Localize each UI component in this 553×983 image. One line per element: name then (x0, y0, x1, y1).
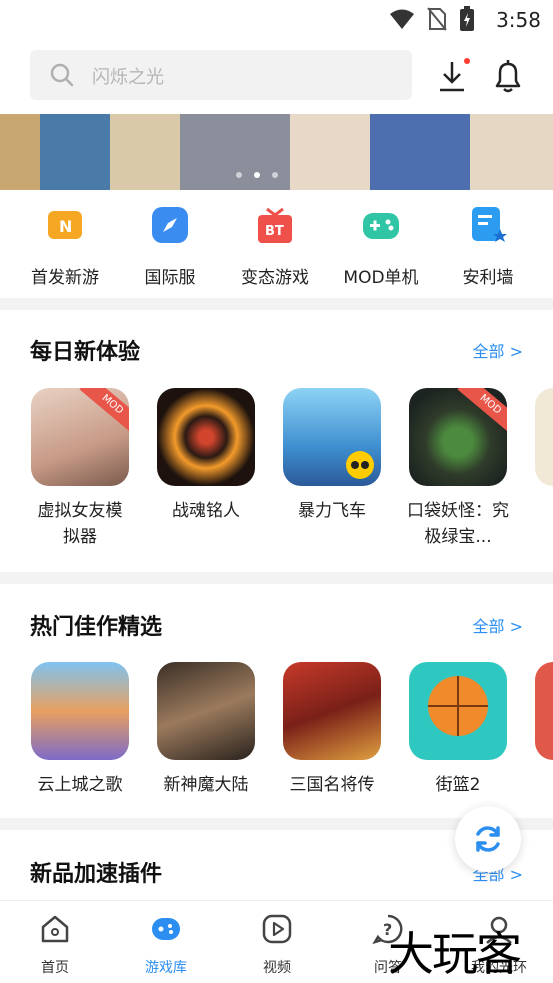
game-name: 虚拟女友模拟器 (37, 501, 123, 547)
category-label: 变态游戏 (241, 268, 309, 288)
game-name: 新神魔大陆 (163, 775, 249, 795)
game-name: 战魂铭人 (172, 501, 240, 521)
section-divider (0, 298, 553, 310)
category-label: 国际服 (144, 268, 196, 288)
download-button[interactable] (432, 56, 472, 96)
wifi-icon (390, 9, 414, 29)
daily-more-link[interactable]: 全部 > (473, 338, 524, 362)
search-icon (50, 63, 74, 87)
notifications-button[interactable] (488, 56, 528, 96)
game-name: 云上城之歌 (37, 775, 123, 795)
svg-text:N: N (59, 217, 72, 236)
game-item[interactable]: 街篮2 (403, 662, 513, 798)
category-label: 安利墙 (462, 268, 514, 288)
new-game-icon: N (48, 211, 82, 239)
game-name: 口袋妖怪：究极绿宝... (407, 501, 509, 547)
game-icon (409, 662, 507, 760)
basketball-icon (428, 676, 488, 736)
bt-gift-icon: BT (258, 207, 292, 243)
section-divider (0, 572, 553, 584)
game-name: 三国名将传 (289, 775, 375, 795)
search-input[interactable]: 闪烁之光 (30, 50, 412, 100)
gamepad-icon (363, 213, 399, 239)
game-item[interactable]: 暴力飞车 (277, 388, 387, 524)
section-title-daily: 每日新体验 (30, 340, 141, 365)
search-placeholder: 闪烁之光 (92, 67, 164, 88)
game-icon (157, 388, 255, 486)
banner-dot (272, 172, 278, 178)
svg-text:BT: BT (265, 224, 284, 239)
nav-video[interactable]: 视频 (232, 913, 322, 977)
note-star-icon (472, 207, 507, 242)
badge-icon (346, 451, 374, 479)
status-time: 3:58 (496, 8, 541, 32)
game-item[interactable]: 首 (529, 388, 553, 524)
status-icons (389, 6, 475, 32)
battery-icon (460, 6, 474, 31)
hot-game-row: 云上城之歌 新神魔大陆 三国名将传 街篮2 (0, 662, 553, 802)
game-item[interactable]: 云上城之歌 (25, 662, 135, 798)
game-icon (535, 662, 553, 760)
bell-icon (495, 60, 521, 93)
game-item[interactable]: 三国名将传 (277, 662, 387, 798)
game-item[interactable]: 战魂铭人 (151, 388, 261, 524)
category-row: N 首发新游 国际服 BT 变态游戏 MOD单机 安利墙 (0, 205, 553, 295)
game-icon (535, 388, 553, 486)
section-title-hot: 热门佳作精选 (30, 615, 163, 640)
game-icon (31, 662, 129, 760)
notification-dot (464, 58, 470, 64)
no-sim-icon (427, 7, 447, 31)
category-international[interactable]: 国际服 (120, 205, 220, 288)
mod-badge: MOD (79, 388, 129, 435)
compass-icon (152, 207, 188, 243)
mod-badge: MOD (457, 388, 507, 435)
nav-game-library[interactable]: 游戏库 (121, 913, 211, 977)
category-recommend-wall[interactable]: 安利墙 (438, 205, 538, 288)
refresh-float-button[interactable] (455, 806, 521, 872)
category-label: MOD单机 (343, 268, 419, 288)
game-name: 暴力飞车 (298, 501, 366, 521)
home-icon (41, 915, 69, 943)
status-bar: 3:58 (0, 0, 553, 40)
nav-home[interactable]: 首页 (10, 913, 100, 977)
game-icon: MOD (409, 388, 507, 486)
category-bt-games[interactable]: BT 变态游戏 (225, 205, 325, 288)
nav-label: 首页 (41, 960, 69, 976)
banner-indicator (236, 172, 278, 178)
nav-label: 游戏库 (145, 960, 187, 976)
game-icon (283, 388, 381, 486)
category-mod[interactable]: MOD单机 (331, 205, 431, 288)
game-item[interactable]: MOD 口袋妖怪：究极绿宝... (403, 388, 513, 550)
banner-dot (236, 172, 242, 178)
game-icon (157, 662, 255, 760)
game-item[interactable]: MOD 虚拟女友模拟器 (25, 388, 135, 550)
section-title-plugins: 新品加速插件 (30, 862, 163, 887)
banner-dot-active (254, 172, 260, 178)
game-icon (283, 662, 381, 760)
game-library-icon (152, 918, 180, 940)
daily-game-row: MOD 虚拟女友模拟器 战魂铭人 暴力飞车 MOD 口袋妖怪：究极绿宝... 首 (0, 388, 553, 568)
game-item[interactable] (529, 662, 553, 772)
game-item[interactable]: 新神魔大陆 (151, 662, 261, 798)
video-icon (262, 914, 292, 944)
banner-carousel[interactable] (0, 114, 553, 190)
category-label: 首发新游 (31, 268, 99, 288)
category-new-games[interactable]: N 首发新游 (15, 205, 115, 288)
refresh-icon (476, 826, 500, 852)
watermark: 大玩客 (388, 927, 522, 981)
game-name: 街篮2 (435, 775, 481, 795)
nav-label: 视频 (263, 960, 291, 976)
hot-more-link[interactable]: 全部 > (473, 613, 524, 637)
game-icon: MOD (31, 388, 129, 486)
game-name: 首 (529, 498, 553, 524)
